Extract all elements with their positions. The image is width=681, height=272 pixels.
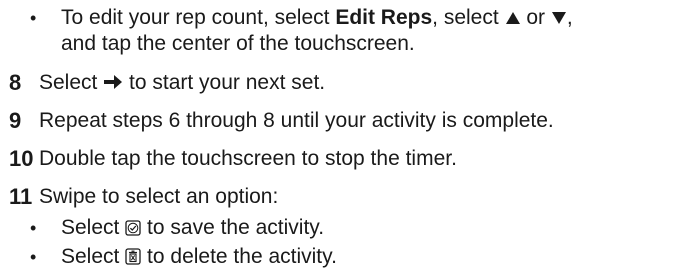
trash-icon bbox=[125, 246, 141, 272]
triangle-down-icon bbox=[551, 7, 567, 33]
step-9-text: Repeat steps 6 through 8 until your acti… bbox=[39, 109, 554, 132]
text: Select bbox=[61, 216, 126, 239]
bullet-marker: • bbox=[30, 218, 37, 238]
check-box-icon bbox=[125, 217, 141, 243]
step-10-text: Double tap the touchscreen to stop the t… bbox=[39, 147, 457, 170]
triangle-up-icon bbox=[505, 7, 521, 33]
text: to save the activity. bbox=[141, 216, 325, 239]
text: Select bbox=[61, 245, 126, 268]
step-number-8: 8 bbox=[9, 70, 22, 95]
step-11-text: Swipe to select an option: bbox=[39, 185, 279, 208]
text: , select bbox=[432, 6, 505, 29]
manual-page: • To edit your rep count, select Edit Re… bbox=[0, 0, 681, 270]
edit-reps-label: Edit Reps bbox=[335, 6, 433, 29]
bullet-marker: • bbox=[30, 8, 37, 28]
text: To edit your rep count, select bbox=[61, 6, 336, 29]
text: or bbox=[520, 6, 551, 29]
bullet-edit-reps-line2: and tap the center of the touchscreen. bbox=[61, 32, 415, 55]
text: to start your next set. bbox=[123, 71, 326, 94]
option-delete: Select to delete the activity. bbox=[61, 244, 337, 272]
bullet-marker: • bbox=[30, 247, 37, 267]
bullet-edit-reps-line1: To edit your rep count, select Edit Reps… bbox=[61, 5, 573, 33]
text: Select bbox=[39, 71, 104, 94]
step-number-10: 10 bbox=[9, 146, 34, 171]
step-8-text: Select to start your next set. bbox=[39, 70, 325, 98]
text: , bbox=[566, 6, 573, 29]
step-number-9: 9 bbox=[9, 108, 22, 133]
arrow-right-icon bbox=[103, 72, 123, 98]
option-save: Select to save the activity. bbox=[61, 215, 324, 243]
text: to delete the activity. bbox=[141, 245, 337, 268]
step-number-11: 11 bbox=[9, 184, 33, 209]
